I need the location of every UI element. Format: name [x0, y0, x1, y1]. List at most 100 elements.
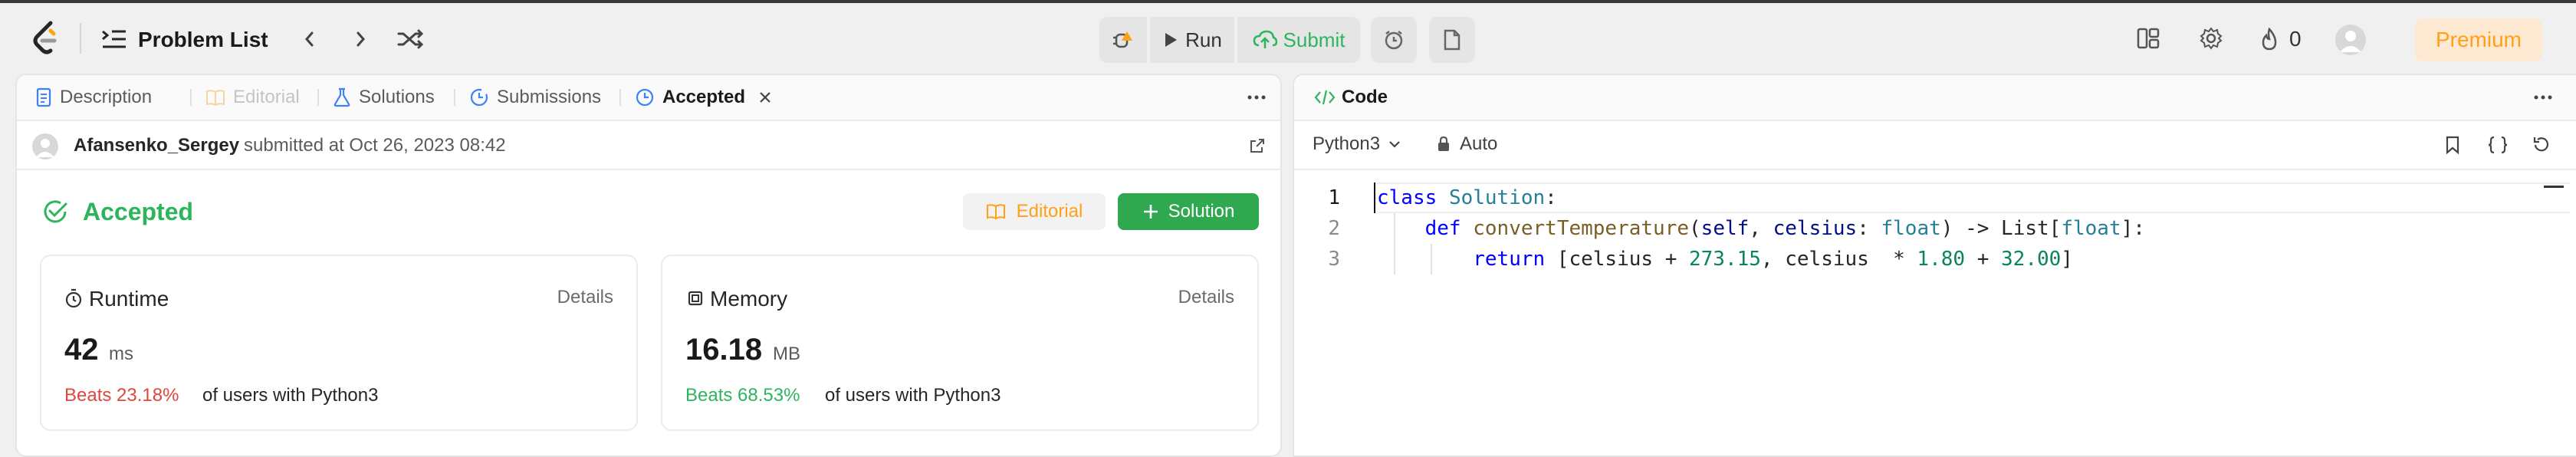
timer-button[interactable]: [1371, 17, 1417, 63]
description-icon: [35, 87, 52, 107]
editorial-button[interactable]: Editorial: [963, 193, 1106, 230]
stopwatch-icon: [64, 288, 83, 308]
auto-mode-toggle[interactable]: Auto: [1437, 133, 1497, 155]
debug-button[interactable]: [1099, 17, 1147, 63]
next-problem-icon[interactable]: [350, 28, 371, 51]
tab-submissions-label: Submissions: [497, 87, 602, 107]
post-solution-button[interactable]: Solution: [1118, 193, 1259, 230]
username[interactable]: Afansenko_Sergey: [74, 135, 239, 156]
tab-accepted-label: Accepted: [662, 87, 746, 107]
memory-details-link[interactable]: Details: [1178, 287, 1234, 308]
tab-solutions[interactable]: Solutions: [333, 75, 435, 120]
left-tab-bar: Description Editorial Solutions Submissi…: [17, 75, 1280, 121]
book-icon: [986, 203, 1006, 220]
editorial-button-label: Editorial: [1016, 201, 1083, 222]
play-icon: [1162, 31, 1179, 49]
more-options-icon[interactable]: [2533, 87, 2553, 107]
submitted-timestamp: submitted at Oct 26, 2023 08:42: [244, 135, 506, 156]
run-button[interactable]: Run: [1150, 17, 1234, 63]
divider: [80, 23, 81, 54]
memory-beats: Beats 68.53%: [685, 385, 800, 406]
user-avatar[interactable]: [2335, 25, 2366, 55]
problem-list-button[interactable]: Problem List: [101, 25, 268, 55]
indent-guide: [1394, 213, 1395, 275]
text-cursor: [1374, 182, 1375, 213]
streak-count: 0: [2289, 27, 2302, 51]
problem-list-label: Problem List: [138, 28, 268, 51]
memory-value: 16.18: [685, 333, 763, 367]
code-panel: Code Python3 Auto 1 2 3 class Solution: …: [1293, 74, 2576, 457]
history-icon: [469, 87, 489, 107]
lock-icon: [1437, 136, 1451, 153]
streak-counter[interactable]: 0: [2259, 26, 2302, 52]
code-line-3: return [celsius + 273.15, celsius * 1.80…: [1473, 248, 2073, 271]
tab-code[interactable]: Code: [1314, 75, 1388, 120]
memory-unit: MB: [773, 344, 800, 364]
shuffle-icon[interactable]: [397, 28, 423, 51]
code-tab-label: Code: [1342, 87, 1388, 107]
runtime-beats: Beats 23.18%: [64, 385, 179, 406]
runtime-details-link[interactable]: Details: [557, 287, 613, 308]
submit-button[interactable]: Submit: [1237, 17, 1360, 63]
code-editor[interactable]: 1 2 3 class Solution: def convertTempera…: [1294, 170, 2576, 455]
avatar: [32, 133, 58, 159]
plus-icon: [1142, 203, 1159, 220]
share-icon[interactable]: [1248, 136, 1267, 155]
code-tab-bar: Code: [1294, 75, 2576, 121]
reset-icon[interactable]: [2532, 135, 2551, 155]
book-icon: [205, 88, 225, 107]
more-options-icon[interactable]: [1247, 87, 1267, 107]
code-line-1: class Solution:: [1377, 186, 1557, 209]
tab-accepted[interactable]: Accepted: [635, 75, 773, 120]
runtime-unit: ms: [109, 344, 133, 364]
tab-editorial-label: Editorial: [233, 87, 300, 107]
run-label: Run: [1185, 28, 1222, 51]
note-icon: [1443, 29, 1461, 51]
runtime-beats-suffix: of users with Python3: [202, 385, 379, 406]
memory-beats-suffix: of users with Python3: [825, 385, 1001, 406]
close-icon[interactable]: [757, 90, 773, 105]
runtime-card[interactable]: Runtime Details 42 ms Beats 23.18% of us…: [40, 255, 638, 431]
memory-title: Memory: [710, 287, 788, 311]
submission-panel: Description Editorial Solutions Submissi…: [15, 74, 1282, 457]
tab-editorial[interactable]: Editorial: [205, 75, 300, 120]
cloud-upload-icon: [1253, 30, 1277, 50]
submit-label: Submit: [1283, 28, 1346, 51]
submission-info-row: Afansenko_Sergey submitted at Oct 26, 20…: [17, 120, 1280, 170]
runtime-value: 42: [64, 333, 99, 367]
solution-button-label: Solution: [1168, 201, 1235, 222]
flame-icon: [2259, 27, 2280, 51]
line-number: 2: [1328, 217, 1340, 240]
line-number: 3: [1328, 248, 1340, 271]
format-braces-icon[interactable]: [2487, 135, 2509, 155]
flask-icon: [333, 87, 351, 107]
runtime-title: Runtime: [89, 287, 169, 311]
bookmark-icon[interactable]: [2444, 135, 2461, 155]
previous-problem-icon[interactable]: [299, 28, 320, 51]
memory-chip-icon: [687, 290, 704, 307]
tab-description-label: Description: [60, 87, 153, 107]
code-brackets-icon: [1314, 89, 1336, 106]
premium-button[interactable]: Premium: [2415, 18, 2542, 61]
tab-solutions-label: Solutions: [359, 87, 435, 107]
top-navigation-bar: Problem List Run Submit 0 Premium: [0, 0, 2576, 74]
code-line-2: def convertTemperature(self, celsius: fl…: [1424, 217, 2145, 240]
memory-card[interactable]: Memory Details 16.18 MB Beats 68.53% of …: [661, 255, 1259, 431]
minimap-marker: [2544, 186, 2564, 188]
clock-check-icon: [635, 87, 655, 107]
alarm-clock-icon: [1383, 29, 1405, 51]
settings-gear-icon[interactable]: [2199, 26, 2223, 51]
premium-label: Premium: [2435, 28, 2522, 51]
tab-description[interactable]: Description: [35, 75, 152, 120]
layout-icon[interactable]: [2136, 26, 2160, 51]
indent-guide: [1431, 244, 1432, 275]
language-select[interactable]: Python3: [1313, 133, 1401, 155]
line-number: 1: [1328, 186, 1340, 209]
leetcode-logo-icon[interactable]: [31, 20, 66, 55]
notes-button[interactable]: [1429, 17, 1475, 63]
list-indent-icon: [101, 28, 127, 51]
auto-label: Auto: [1460, 133, 1498, 154]
chevron-down-icon: [1388, 139, 1401, 150]
language-label: Python3: [1313, 133, 1381, 154]
tab-submissions[interactable]: Submissions: [469, 75, 601, 120]
